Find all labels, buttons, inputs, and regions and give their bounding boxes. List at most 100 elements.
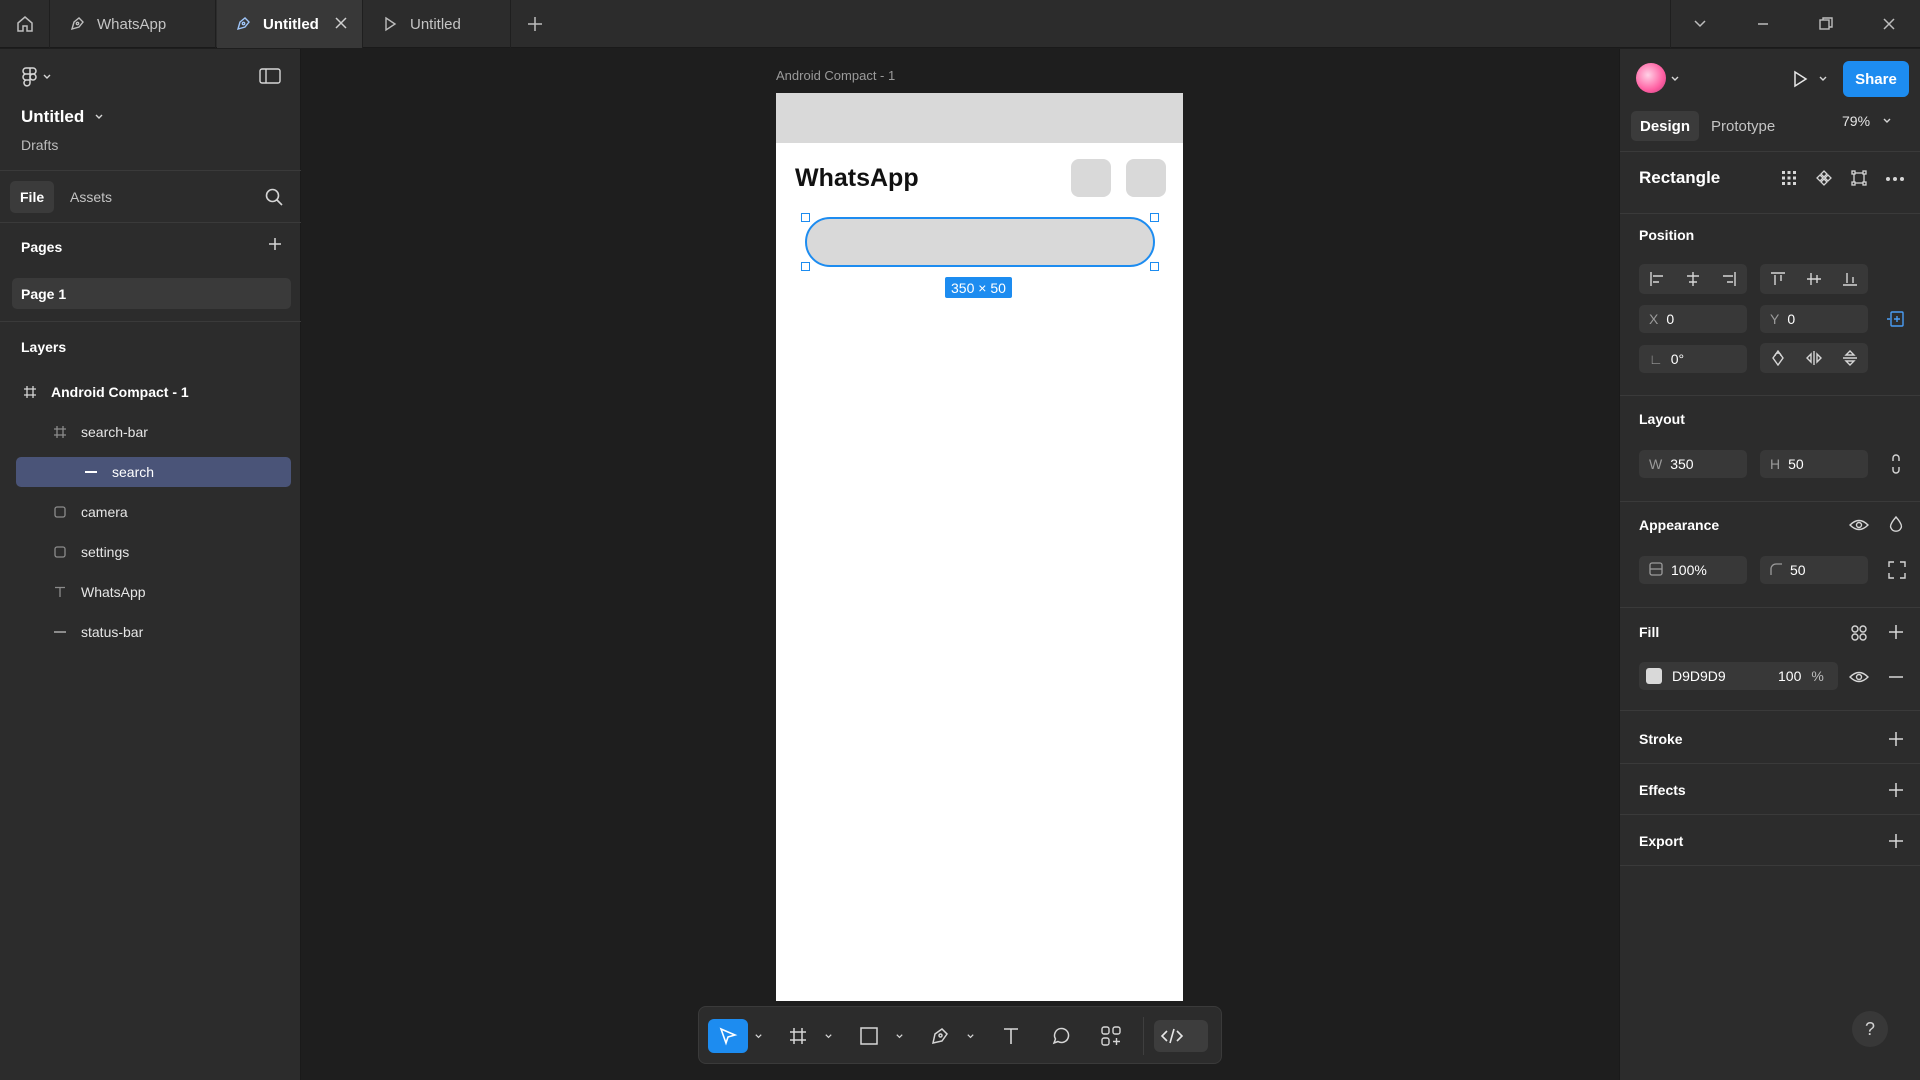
frame-tool[interactable] (783, 1019, 813, 1053)
color-swatch[interactable] (1646, 668, 1662, 684)
main-menu-button[interactable] (22, 67, 52, 87)
width-field[interactable]: W 350 (1639, 450, 1747, 478)
align-center-h-button[interactable] (1675, 264, 1711, 294)
search-rectangle[interactable] (805, 217, 1155, 267)
divider (1620, 607, 1920, 608)
maximize-button[interactable] (1816, 14, 1836, 34)
styles-icon[interactable] (1850, 624, 1868, 642)
fill-color-field[interactable]: D9D9D9 100 % (1639, 662, 1838, 690)
layer-search[interactable]: search (16, 457, 291, 487)
move-tool-dropdown[interactable] (751, 1019, 765, 1053)
zoom-dropdown[interactable]: 79% (1842, 113, 1892, 129)
more-options-icon[interactable] (1885, 176, 1905, 182)
constrain-proportions-icon[interactable] (1889, 454, 1903, 474)
layer-status-bar[interactable]: status-bar (16, 617, 291, 647)
tab-untitled-design[interactable]: Untitled (217, 0, 363, 48)
chevron-down-icon (1883, 118, 1891, 123)
settings-placeholder[interactable] (1126, 159, 1166, 197)
eye-icon[interactable] (1849, 517, 1869, 533)
share-button[interactable]: Share (1843, 61, 1909, 97)
blend-mode-icon[interactable] (1888, 516, 1904, 534)
tab-prototype[interactable]: Prototype (1702, 111, 1784, 141)
project-location[interactable]: Drafts (21, 137, 58, 153)
text-tool[interactable] (996, 1019, 1026, 1053)
comment-tool[interactable] (1046, 1019, 1076, 1053)
tab-design[interactable]: Design (1631, 111, 1700, 141)
y-position-field[interactable]: Y 0 (1760, 305, 1868, 333)
height-field[interactable]: H 50 (1760, 450, 1868, 478)
rectangle-tool[interactable] (854, 1019, 884, 1053)
frame-tool-dropdown[interactable] (821, 1019, 835, 1053)
corner-radius-field[interactable]: 50 (1760, 556, 1868, 584)
close-window-button[interactable] (1879, 14, 1899, 34)
help-button[interactable]: ? (1852, 1011, 1888, 1047)
toggle-sidebar-button[interactable] (259, 67, 281, 90)
tab-untitled-prototype[interactable]: Untitled (364, 0, 511, 48)
page-item[interactable]: Page 1 (12, 278, 291, 309)
layer-settings[interactable]: settings (16, 537, 291, 567)
align-bottom-button[interactable] (1832, 264, 1868, 294)
rotate-icon (1772, 350, 1784, 366)
move-tool[interactable] (708, 1019, 748, 1053)
actions-tool[interactable] (1096, 1019, 1126, 1053)
frame-label[interactable]: Android Compact - 1 (776, 68, 895, 83)
resize-handle-bottom-right[interactable] (1150, 262, 1159, 271)
new-tab-button[interactable] (524, 13, 546, 40)
dev-mode-toggle[interactable] (1154, 1020, 1208, 1052)
add-export-button[interactable] (1888, 833, 1904, 849)
add-page-button[interactable] (267, 236, 283, 257)
resize-handle-bottom-left[interactable] (801, 262, 810, 271)
layer-camera[interactable]: camera (16, 497, 291, 527)
present-button[interactable] (1790, 69, 1828, 89)
avatar[interactable] (1636, 63, 1666, 93)
constraints-icon[interactable] (1886, 310, 1906, 328)
align-top-button[interactable] (1760, 264, 1796, 294)
avatar-menu[interactable] (1670, 71, 1680, 89)
minimize-button[interactable] (1753, 14, 1773, 34)
grid-icon[interactable] (1781, 170, 1797, 186)
transform-group (1760, 343, 1868, 373)
tab-file[interactable]: File (10, 181, 55, 213)
add-effect-button[interactable] (1888, 782, 1904, 798)
rotate-button[interactable] (1760, 343, 1796, 373)
corner-radius-icon (1770, 562, 1782, 578)
status-bar[interactable] (776, 93, 1183, 143)
remove-fill-button[interactable] (1888, 669, 1904, 685)
opacity-field[interactable]: 100% (1639, 556, 1747, 584)
eye-icon[interactable] (1849, 669, 1869, 685)
add-stroke-button[interactable] (1888, 731, 1904, 747)
rotation-field[interactable]: ∟ 0° (1639, 345, 1747, 373)
independent-corners-icon[interactable] (1888, 561, 1906, 579)
whatsapp-title[interactable]: WhatsApp (795, 164, 919, 193)
align-left-button[interactable] (1639, 264, 1675, 294)
rectangle-line-icon (52, 624, 68, 640)
close-tab-icon[interactable] (332, 14, 350, 32)
pen-tool[interactable] (925, 1019, 955, 1053)
layer-android-compact[interactable]: Android Compact - 1 (16, 377, 291, 407)
camera-placeholder[interactable] (1071, 159, 1111, 197)
home-button[interactable] (0, 0, 50, 48)
search-layers-button[interactable] (264, 187, 284, 212)
align-middle-button[interactable] (1796, 264, 1832, 294)
divider (1620, 151, 1920, 152)
resize-handle-top-left[interactable] (801, 213, 810, 222)
align-right-button[interactable] (1711, 264, 1747, 294)
layer-search-bar[interactable]: search-bar (16, 417, 291, 447)
x-position-field[interactable]: X 0 (1639, 305, 1747, 333)
tabs-menu-button[interactable] (1690, 14, 1710, 34)
tab-assets[interactable]: Assets (60, 181, 122, 213)
pen-tool-dropdown[interactable] (963, 1019, 977, 1053)
mask-icon[interactable] (1851, 170, 1867, 186)
resize-handle-top-right[interactable] (1150, 213, 1159, 222)
tab-whatsapp[interactable]: WhatsApp (51, 0, 216, 48)
component-icon[interactable] (1816, 170, 1832, 186)
add-fill-button[interactable] (1888, 624, 1904, 640)
layer-whatsapp-text[interactable]: WhatsApp (16, 577, 291, 607)
android-frame[interactable]: WhatsApp 350 × 50 (776, 93, 1183, 1001)
fill-opacity-value[interactable]: 100 (1778, 668, 1801, 684)
flip-horizontal-button[interactable] (1796, 343, 1832, 373)
close-icon (1883, 18, 1895, 30)
flip-vertical-button[interactable] (1832, 343, 1868, 373)
project-title[interactable]: Untitled (21, 107, 104, 127)
shape-tool-dropdown[interactable] (892, 1019, 906, 1053)
